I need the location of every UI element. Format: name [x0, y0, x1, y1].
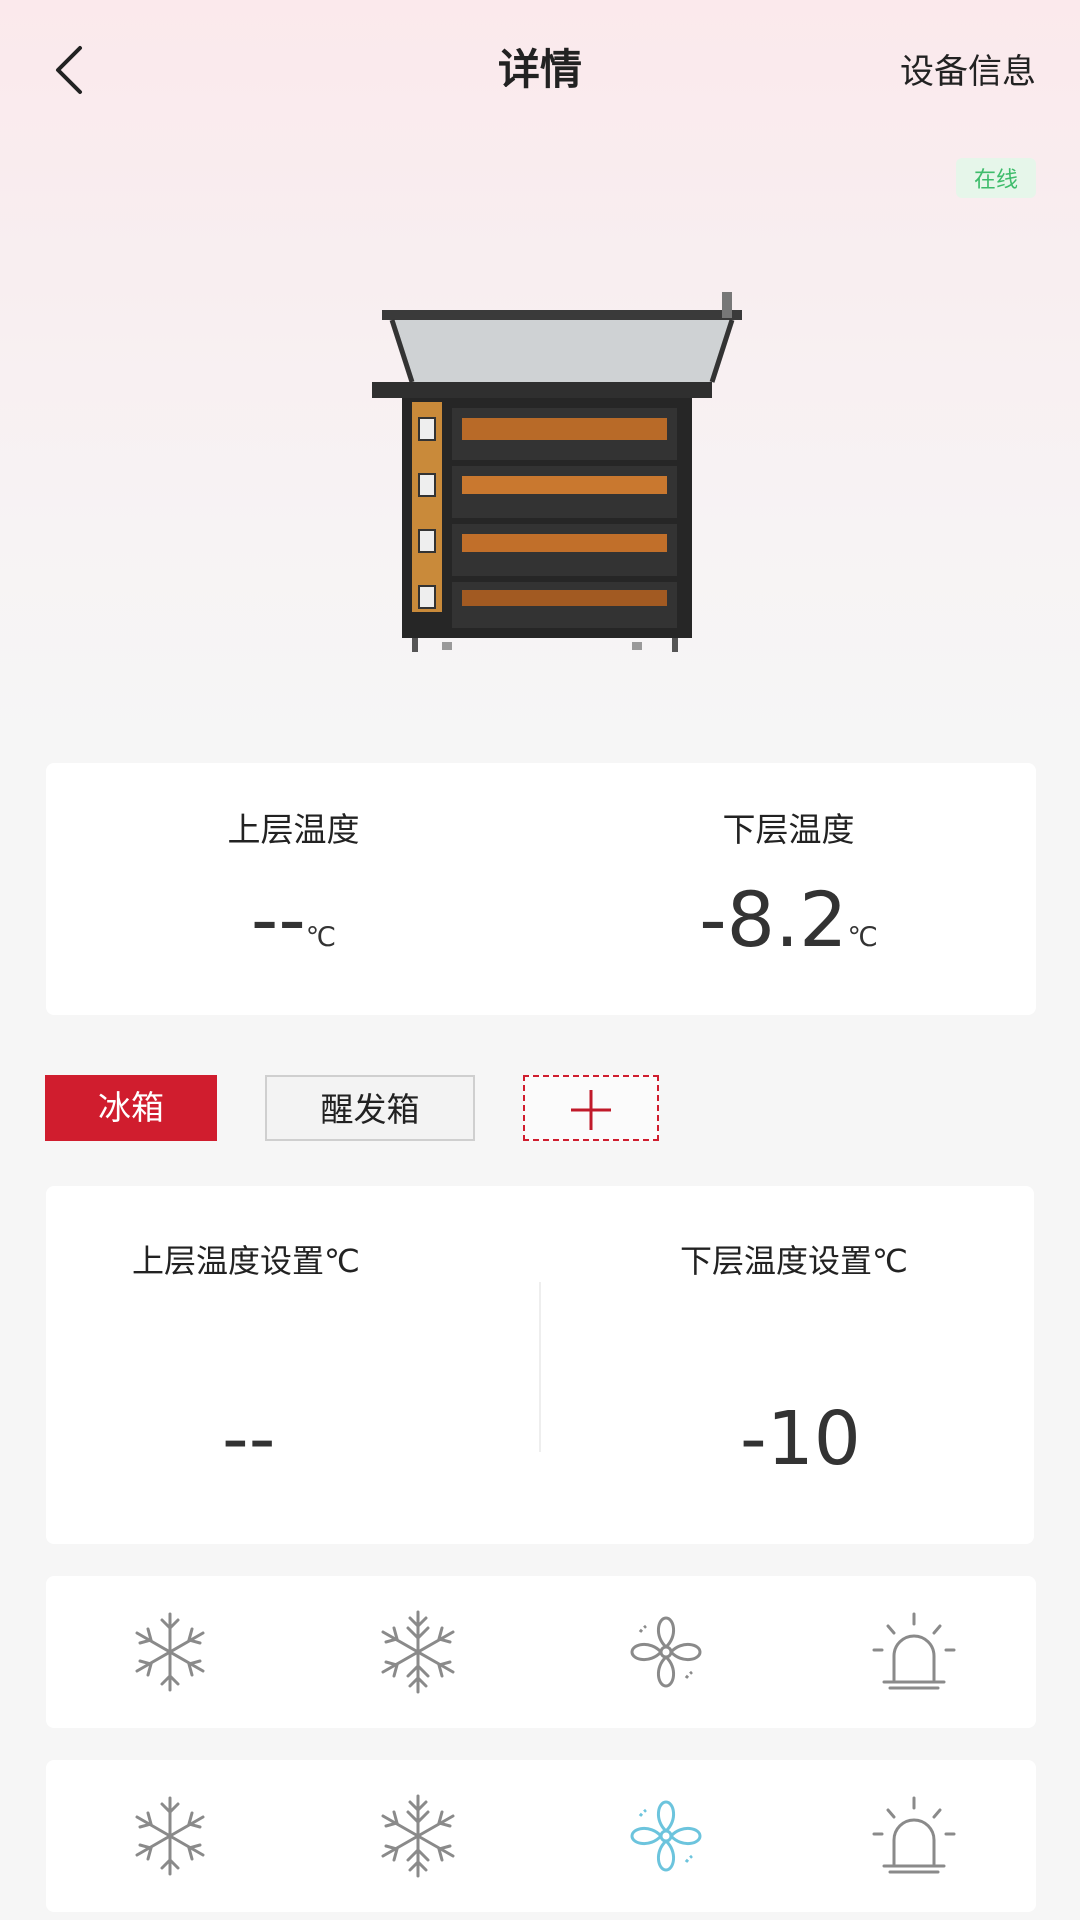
alarm-button[interactable]	[868, 1606, 960, 1698]
upper-temperature: 上层温度 --℃	[46, 763, 541, 1015]
alarm-light-icon	[872, 1796, 956, 1874]
alarm-button[interactable]	[868, 1790, 960, 1882]
defrost-snowflake-icon	[381, 1794, 455, 1878]
tab-fridge[interactable]: 冰箱	[45, 1075, 217, 1141]
tab-proofer[interactable]: 醒发箱	[265, 1075, 475, 1141]
back-button[interactable]	[48, 40, 98, 100]
defrost-snowflake-icon	[381, 1610, 455, 1694]
defrost-button[interactable]	[372, 1790, 464, 1882]
function-row	[46, 1576, 1036, 1728]
cooling-button[interactable]	[124, 1606, 216, 1698]
current-temperature-card: 上层温度 --℃ 下层温度 -8.2℃	[46, 763, 1036, 1015]
cooling-button[interactable]	[124, 1790, 216, 1882]
fan-button[interactable]	[620, 1606, 712, 1698]
add-tab-button[interactable]	[523, 1075, 659, 1141]
upper-temperature-label: 上层温度	[227, 810, 360, 849]
lower-temperature-unit: ℃	[847, 922, 878, 953]
fan-icon	[630, 1800, 702, 1872]
status-badge: 在线	[955, 158, 1036, 198]
function-row	[46, 1760, 1036, 1912]
lower-temperature-label: 下层温度	[722, 810, 855, 849]
lower-setting-label: 下层温度设置℃	[680, 1242, 908, 1280]
fan-button[interactable]	[620, 1790, 712, 1882]
fan-icon	[630, 1616, 702, 1688]
lower-temperature: 下层温度 -8.2℃	[541, 763, 1036, 1015]
upper-setting-label: 上层温度设置℃	[132, 1242, 360, 1280]
upper-temperature-unit: ℃	[305, 922, 337, 953]
top-bar: 详情 设备信息	[0, 0, 1080, 135]
defrost-button[interactable]	[372, 1606, 464, 1698]
temperature-setting-card: 上层温度设置℃ -- 下层温度设置℃ -10	[46, 1186, 1034, 1544]
alarm-light-icon	[872, 1612, 956, 1690]
lower-temperature-reading: -8.2℃	[541, 875, 1036, 964]
oven-image	[372, 292, 742, 652]
upper-setting-value[interactable]: --	[222, 1396, 275, 1482]
snowflake-icon	[135, 1612, 205, 1692]
chevron-left-icon	[56, 46, 82, 94]
snowflake-icon	[135, 1796, 205, 1876]
lower-temperature-value: -8.2	[699, 875, 848, 964]
divider	[539, 1282, 541, 1452]
plus-icon	[571, 1090, 611, 1130]
lower-setting-value[interactable]: -10	[740, 1396, 861, 1482]
upper-temperature-reading: --℃	[46, 875, 541, 964]
device-info-link[interactable]: 设备信息	[900, 44, 1036, 93]
upper-temperature-value: --	[250, 875, 306, 964]
